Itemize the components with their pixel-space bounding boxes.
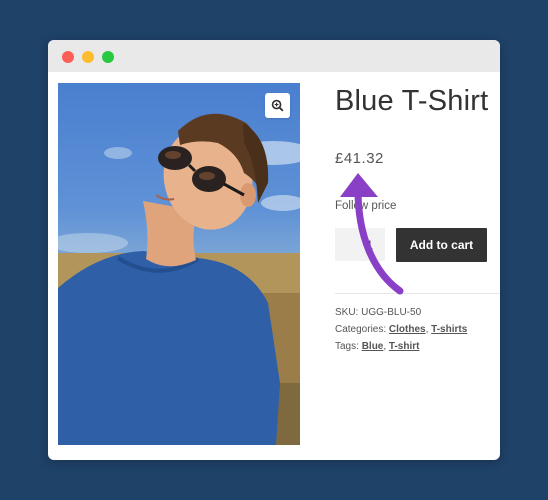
divider [335,293,500,294]
zoom-button[interactable] [265,93,290,118]
product-price: £41.32 [335,150,384,167]
product-tags: Tags: Blue, T-shirt [335,341,419,352]
tags-label: Tags: [335,341,359,352]
follow-price-link[interactable]: Follow price [335,200,396,212]
product-sku: SKU: UGG-BLU-50 [335,307,421,318]
browser-window: Blue T-Shirt £41.32 Follow price Add to … [48,40,500,460]
product-title: Blue T-Shirt [335,85,489,117]
categories-label: Categories: [335,324,387,335]
sku-label: SKU: [335,307,359,318]
product-image[interactable] [58,83,300,445]
tag-link-tshirt[interactable]: T-shirt [389,341,420,352]
category-link-tshirts[interactable]: T-shirts [431,324,467,335]
maximize-window-button[interactable] [102,51,114,63]
tag-link-blue[interactable]: Blue [362,341,384,352]
product-photo [58,113,300,445]
quantity-input[interactable] [335,228,385,261]
add-to-cart-button[interactable]: Add to cart [396,228,487,262]
close-window-button[interactable] [62,51,74,63]
zoom-in-icon [271,99,284,112]
sku-value: UGG-BLU-50 [361,307,422,318]
category-link-clothes[interactable]: Clothes [389,324,426,335]
window-titlebar [48,40,500,72]
product-categories: Categories: Clothes, T-shirts [335,324,467,335]
minimize-window-button[interactable] [82,51,94,63]
